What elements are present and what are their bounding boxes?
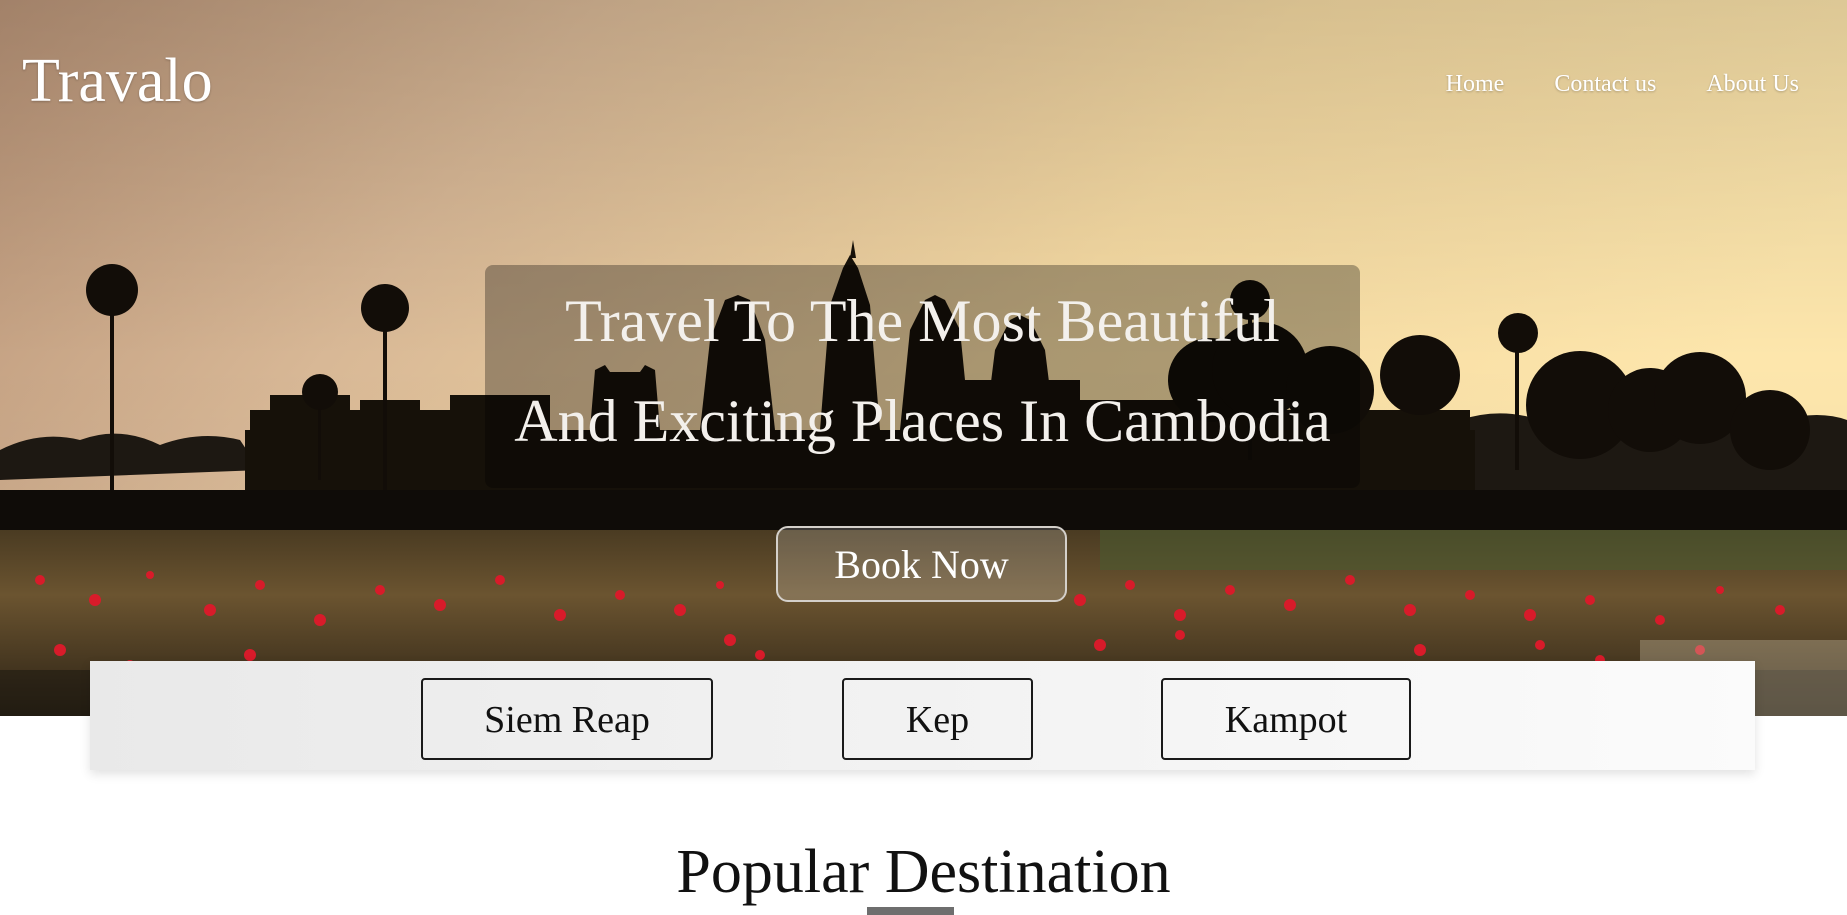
main-nav: Home Contact us About Us (1446, 69, 1799, 99)
nav-home-link[interactable]: Home (1446, 69, 1505, 99)
hero-headline-line2: And Exciting Places In Cambodia (514, 388, 1331, 454)
hero-section: Travalo Home Contact us About Us Travel … (0, 0, 1847, 716)
title-underline (867, 907, 954, 915)
nav-contact-link[interactable]: Contact us (1554, 69, 1656, 99)
popular-destination-title: Popular Destination (676, 838, 1171, 906)
city-kampot-button[interactable]: Kampot (1161, 678, 1411, 760)
city-kep-button[interactable]: Kep (842, 678, 1033, 760)
nav-about-link[interactable]: About Us (1706, 69, 1799, 99)
city-filter-bar: Siem Reap Kep Kampot (90, 661, 1755, 770)
brand-logo[interactable]: Travalo (22, 44, 213, 118)
hero-headline-line1: Travel To The Most Beautiful (565, 288, 1280, 354)
hero-headline-box: Travel To The Most Beautiful And Excitin… (485, 265, 1360, 488)
city-siem-reap-button[interactable]: Siem Reap (421, 678, 713, 760)
book-now-button[interactable]: Book Now (776, 526, 1067, 602)
page: Travalo Home Contact us About Us Travel … (0, 0, 1847, 915)
